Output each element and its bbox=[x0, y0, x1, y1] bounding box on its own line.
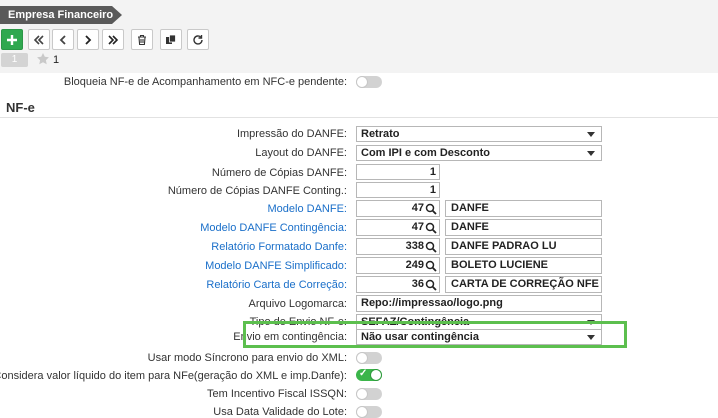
chevron-down-icon bbox=[587, 132, 595, 137]
modelo-conting-code: 47 bbox=[411, 221, 424, 233]
double-chevron-right-icon bbox=[108, 34, 119, 45]
search-icon[interactable] bbox=[425, 222, 437, 234]
layout-danfe-value: Com IPI e com Desconto bbox=[361, 147, 490, 159]
relatorio-formatado-desc: DANFE PADRAO LU bbox=[445, 238, 602, 255]
carta-correcao-desc: CARTA DE CORREÇÃO NFE bbox=[445, 276, 602, 293]
modelo-danfe-code: 47 bbox=[411, 202, 424, 214]
impressao-danfe-select[interactable]: Retrato bbox=[356, 126, 602, 142]
modelo-danfe-desc: DANFE bbox=[445, 200, 602, 217]
modelo-danfe-lookup[interactable]: 47 bbox=[356, 200, 440, 217]
chevron-left-icon bbox=[59, 34, 66, 45]
previous-record-button[interactable] bbox=[52, 29, 74, 50]
copy-icon bbox=[166, 34, 176, 44]
copy-button[interactable] bbox=[160, 29, 182, 50]
bloqueia-nfe-label: Bloqueia NF-e de Acompanhamento em NFC-e… bbox=[63, 76, 347, 88]
data-validade-toggle[interactable] bbox=[356, 406, 382, 418]
modelo-danfe-label[interactable]: Modelo DANFE: bbox=[268, 203, 347, 215]
valor-liquido-label: Considera valor líquido do item para NFe… bbox=[0, 370, 347, 382]
search-icon[interactable] bbox=[425, 279, 437, 291]
logomarca-label: Arquivo Logomarca: bbox=[248, 298, 347, 310]
carta-correcao-lookup[interactable]: 36 bbox=[356, 276, 440, 293]
relatorio-formatado-label[interactable]: Relatório Formatado Danfe: bbox=[211, 241, 347, 253]
search-icon[interactable] bbox=[425, 203, 437, 215]
modelo-conting-desc: DANFE bbox=[445, 219, 602, 236]
modelo-simplificado-desc: BOLETO LUCIENE bbox=[445, 257, 602, 274]
bloqueia-nfe-toggle[interactable] bbox=[356, 76, 382, 88]
record-number-badge[interactable]: 1 bbox=[1, 53, 28, 67]
valor-liquido-toggle[interactable]: ✓ bbox=[356, 368, 382, 381]
favorites-count: 1 bbox=[53, 54, 60, 66]
form-content: Bloqueia NF-e de Acompanhamento em NFC-e… bbox=[0, 73, 718, 418]
section-title-nfe: NF-e bbox=[6, 100, 35, 115]
carta-correcao-label[interactable]: Relatório Carta de Correção: bbox=[206, 279, 347, 291]
impressao-danfe-label: Impressão do DANFE: bbox=[236, 128, 347, 140]
incentivo-issqn-label: Tem Incentivo Fiscal ISSQN: bbox=[207, 388, 347, 400]
refresh-button[interactable] bbox=[187, 29, 209, 50]
modo-sincrono-label: Usar modo Síncrono para envio do XML: bbox=[147, 352, 347, 364]
double-chevron-left-icon bbox=[33, 34, 44, 45]
add-button[interactable] bbox=[1, 29, 23, 50]
star-icon[interactable] bbox=[36, 52, 50, 66]
layout-danfe-select[interactable]: Com IPI e com Desconto bbox=[356, 145, 602, 161]
modelo-conting-lookup[interactable]: 47 bbox=[356, 219, 440, 236]
first-record-button[interactable] bbox=[28, 29, 50, 50]
data-validade-label: Usa Data Validade do Lote: bbox=[213, 406, 347, 418]
modo-sincrono-toggle[interactable] bbox=[356, 352, 382, 364]
chevron-down-icon bbox=[587, 151, 595, 156]
next-record-button[interactable] bbox=[77, 29, 99, 50]
copias-conting-input[interactable]: 1 bbox=[356, 182, 440, 198]
relatorio-formatado-lookup[interactable]: 338 bbox=[356, 238, 440, 255]
last-record-button[interactable] bbox=[102, 29, 124, 50]
copias-danfe-input[interactable]: 1 bbox=[356, 164, 440, 180]
modelo-simplificado-lookup[interactable]: 249 bbox=[356, 257, 440, 274]
modelo-conting-label[interactable]: Modelo DANFE Contingência: bbox=[200, 222, 347, 234]
logomarca-input[interactable]: Repo://impressao/logo.png bbox=[356, 295, 602, 312]
window-title-tab: Empresa Financeiro bbox=[0, 6, 122, 24]
search-icon[interactable] bbox=[425, 260, 437, 272]
incentivo-issqn-toggle[interactable] bbox=[356, 388, 382, 400]
delete-button[interactable] bbox=[131, 29, 153, 50]
plus-icon bbox=[7, 34, 17, 45]
layout-danfe-label: Layout do DANFE: bbox=[255, 147, 347, 159]
copias-conting-label: Número de Cópias DANFE Conting.: bbox=[167, 185, 347, 197]
modelo-simplificado-label[interactable]: Modelo DANFE Simplificado: bbox=[205, 260, 347, 272]
carta-correcao-code: 36 bbox=[411, 278, 424, 290]
refresh-icon bbox=[193, 34, 203, 45]
copias-danfe-label: Número de Cópias DANFE: bbox=[211, 167, 347, 179]
impressao-danfe-value: Retrato bbox=[361, 128, 400, 140]
highlight-box bbox=[243, 321, 627, 348]
check-icon: ✓ bbox=[359, 368, 368, 379]
relatorio-formatado-code: 338 bbox=[405, 240, 424, 252]
trash-icon bbox=[138, 34, 146, 45]
modelo-simplificado-code: 249 bbox=[405, 259, 424, 271]
search-icon[interactable] bbox=[425, 241, 437, 253]
chevron-right-icon bbox=[85, 34, 92, 45]
section-divider bbox=[0, 117, 718, 118]
top-bar: Empresa Financeiro 1 1 bbox=[0, 0, 718, 73]
